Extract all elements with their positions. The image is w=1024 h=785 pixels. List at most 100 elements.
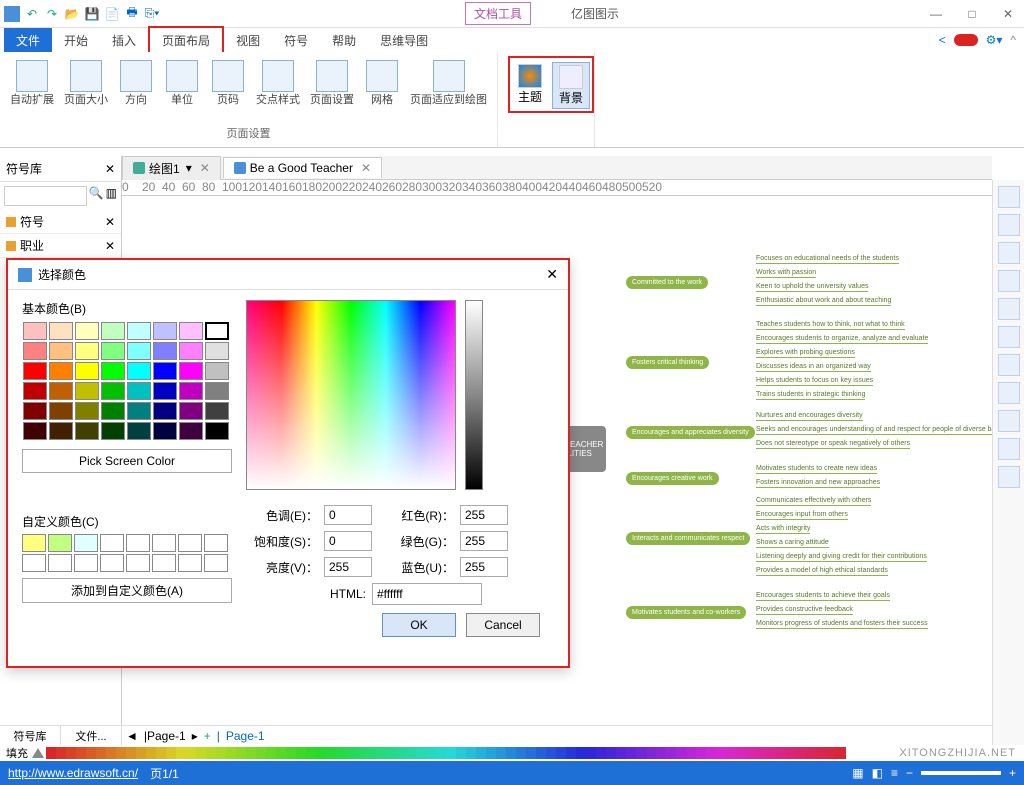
mindmap-node[interactable]: Interacts and communicates respect — [626, 532, 750, 545]
color-swatch[interactable] — [23, 362, 47, 380]
color-swatch[interactable] — [75, 382, 99, 400]
print-icon[interactable]: 🖶 — [124, 6, 140, 22]
add-custom-color-button[interactable]: 添加到自定义颜色(A) — [22, 578, 232, 603]
btn-connector-style[interactable]: 交点样式 — [252, 58, 304, 108]
color-swatch[interactable] — [127, 322, 151, 340]
palette-swatch[interactable] — [186, 747, 196, 759]
mindmap-leaf[interactable]: Provides a model of high ethical standar… — [756, 567, 888, 576]
color-swatch[interactable] — [153, 322, 177, 340]
color-swatch[interactable] — [101, 382, 125, 400]
palette-swatch[interactable] — [316, 747, 326, 759]
format-icon[interactable] — [998, 186, 1020, 208]
color-swatch[interactable] — [205, 322, 229, 340]
line-icon[interactable] — [998, 270, 1020, 292]
color-swatch[interactable] — [23, 422, 47, 440]
palette-swatch[interactable] — [766, 747, 776, 759]
mindmap-leaf[interactable]: Communicates effectively with others — [756, 497, 871, 506]
palette-swatch[interactable] — [496, 747, 506, 759]
palette-swatch[interactable] — [366, 747, 376, 759]
red-input[interactable] — [460, 505, 508, 525]
save-as-icon[interactable]: 📄 — [104, 6, 120, 22]
mindmap-leaf[interactable]: Encourages students to achieve their goa… — [756, 592, 890, 601]
palette-swatch[interactable] — [236, 747, 246, 759]
tab-start[interactable]: 开始 — [52, 28, 100, 53]
color-swatch[interactable] — [101, 362, 125, 380]
palette-swatch[interactable] — [226, 747, 236, 759]
palette-swatch[interactable] — [626, 747, 636, 759]
color-swatch[interactable] — [23, 402, 47, 420]
mindmap-leaf[interactable]: Keen to uphold the university values — [756, 283, 868, 292]
btn-theme[interactable]: 主题 — [512, 62, 548, 109]
library-icon[interactable]: ▥ — [106, 186, 117, 206]
palette-swatch[interactable] — [566, 747, 576, 759]
palette-swatch[interactable] — [746, 747, 756, 759]
mindmap-leaf[interactable]: Motivates students to create new ideas — [756, 465, 877, 474]
palette-swatch[interactable] — [726, 747, 736, 759]
color-swatch[interactable] — [153, 402, 177, 420]
pick-screen-color-button[interactable]: Pick Screen Color — [22, 449, 232, 473]
search-input[interactable] — [4, 186, 87, 206]
palette-swatch[interactable] — [656, 747, 666, 759]
palette-swatch[interactable] — [306, 747, 316, 759]
color-swatch[interactable] — [101, 422, 125, 440]
color-swatch[interactable] — [153, 342, 177, 360]
library-item[interactable]: 符号✕ — [0, 210, 121, 234]
btn-auto-extend[interactable]: 自动扩展 — [6, 58, 58, 108]
color-swatch[interactable] — [179, 342, 203, 360]
save-icon[interactable]: 💾 — [84, 6, 100, 22]
color-swatch[interactable] — [101, 342, 125, 360]
custom-color-swatch[interactable] — [126, 534, 150, 552]
custom-color-swatch[interactable] — [22, 554, 46, 572]
tab-insert[interactable]: 插入 — [100, 28, 148, 53]
value-slider[interactable] — [465, 300, 483, 490]
color-swatch[interactable] — [23, 382, 47, 400]
palette-swatch[interactable] — [126, 747, 136, 759]
palette-swatch[interactable] — [436, 747, 446, 759]
color-swatch[interactable] — [75, 342, 99, 360]
palette-swatch[interactable] — [106, 747, 116, 759]
palette-swatch[interactable] — [286, 747, 296, 759]
palette-swatch[interactable] — [196, 747, 206, 759]
custom-color-swatch[interactable] — [152, 534, 176, 552]
zoom-out-icon[interactable]: − — [906, 766, 913, 780]
tab-file[interactable]: 文件 — [4, 28, 52, 53]
redo-icon[interactable]: ↷ — [44, 6, 60, 22]
globe-icon[interactable] — [998, 382, 1020, 404]
palette-swatch[interactable] — [246, 747, 256, 759]
page-tab[interactable]: Page-1 — [226, 729, 265, 743]
mindmap-leaf[interactable]: Monitors progress of students and foster… — [756, 620, 928, 629]
mindmap-leaf[interactable]: Explores with probing questions — [756, 349, 855, 358]
palette-swatch[interactable] — [486, 747, 496, 759]
palette-swatch[interactable] — [556, 747, 566, 759]
custom-color-swatch[interactable] — [100, 534, 124, 552]
view-icon[interactable]: ◧ — [872, 766, 883, 780]
mindmap-leaf[interactable]: Trains students in strategic thinking — [756, 391, 865, 400]
undo-icon[interactable]: ↶ — [24, 6, 40, 22]
custom-color-swatch[interactable] — [204, 554, 228, 572]
color-swatch[interactable] — [23, 342, 47, 360]
palette-swatch[interactable] — [96, 747, 106, 759]
btn-background[interactable]: 背景 — [552, 62, 590, 109]
palette-swatch[interactable] — [546, 747, 556, 759]
fill-icon[interactable] — [998, 242, 1020, 264]
btn-page-size[interactable]: 页面大小 — [60, 58, 112, 108]
html-input[interactable] — [372, 583, 482, 605]
mindmap-leaf[interactable]: Helps students to focus on key issues — [756, 377, 873, 386]
custom-color-swatch[interactable] — [74, 554, 98, 572]
color-swatch[interactable] — [23, 322, 47, 340]
color-swatch[interactable] — [127, 382, 151, 400]
color-swatch[interactable] — [205, 422, 229, 440]
library-item[interactable]: 职业✕ — [0, 234, 121, 258]
btn-fit-to-drawing[interactable]: 页面适应到绘图 — [406, 58, 491, 108]
btn-grid[interactable]: 网格 — [360, 58, 404, 108]
color-swatch[interactable] — [127, 422, 151, 440]
share-icon[interactable]: < — [939, 33, 946, 47]
palette-swatch[interactable] — [396, 747, 406, 759]
doc-tab[interactable]: Be a Good Teacher✕ — [223, 157, 382, 178]
color-swatch[interactable] — [75, 322, 99, 340]
palette-swatch[interactable] — [446, 747, 456, 759]
color-swatch[interactable] — [49, 382, 73, 400]
color-swatch[interactable] — [49, 322, 73, 340]
palette-swatch[interactable] — [706, 747, 716, 759]
doc-tab[interactable]: 绘图1▾✕ — [122, 156, 221, 180]
